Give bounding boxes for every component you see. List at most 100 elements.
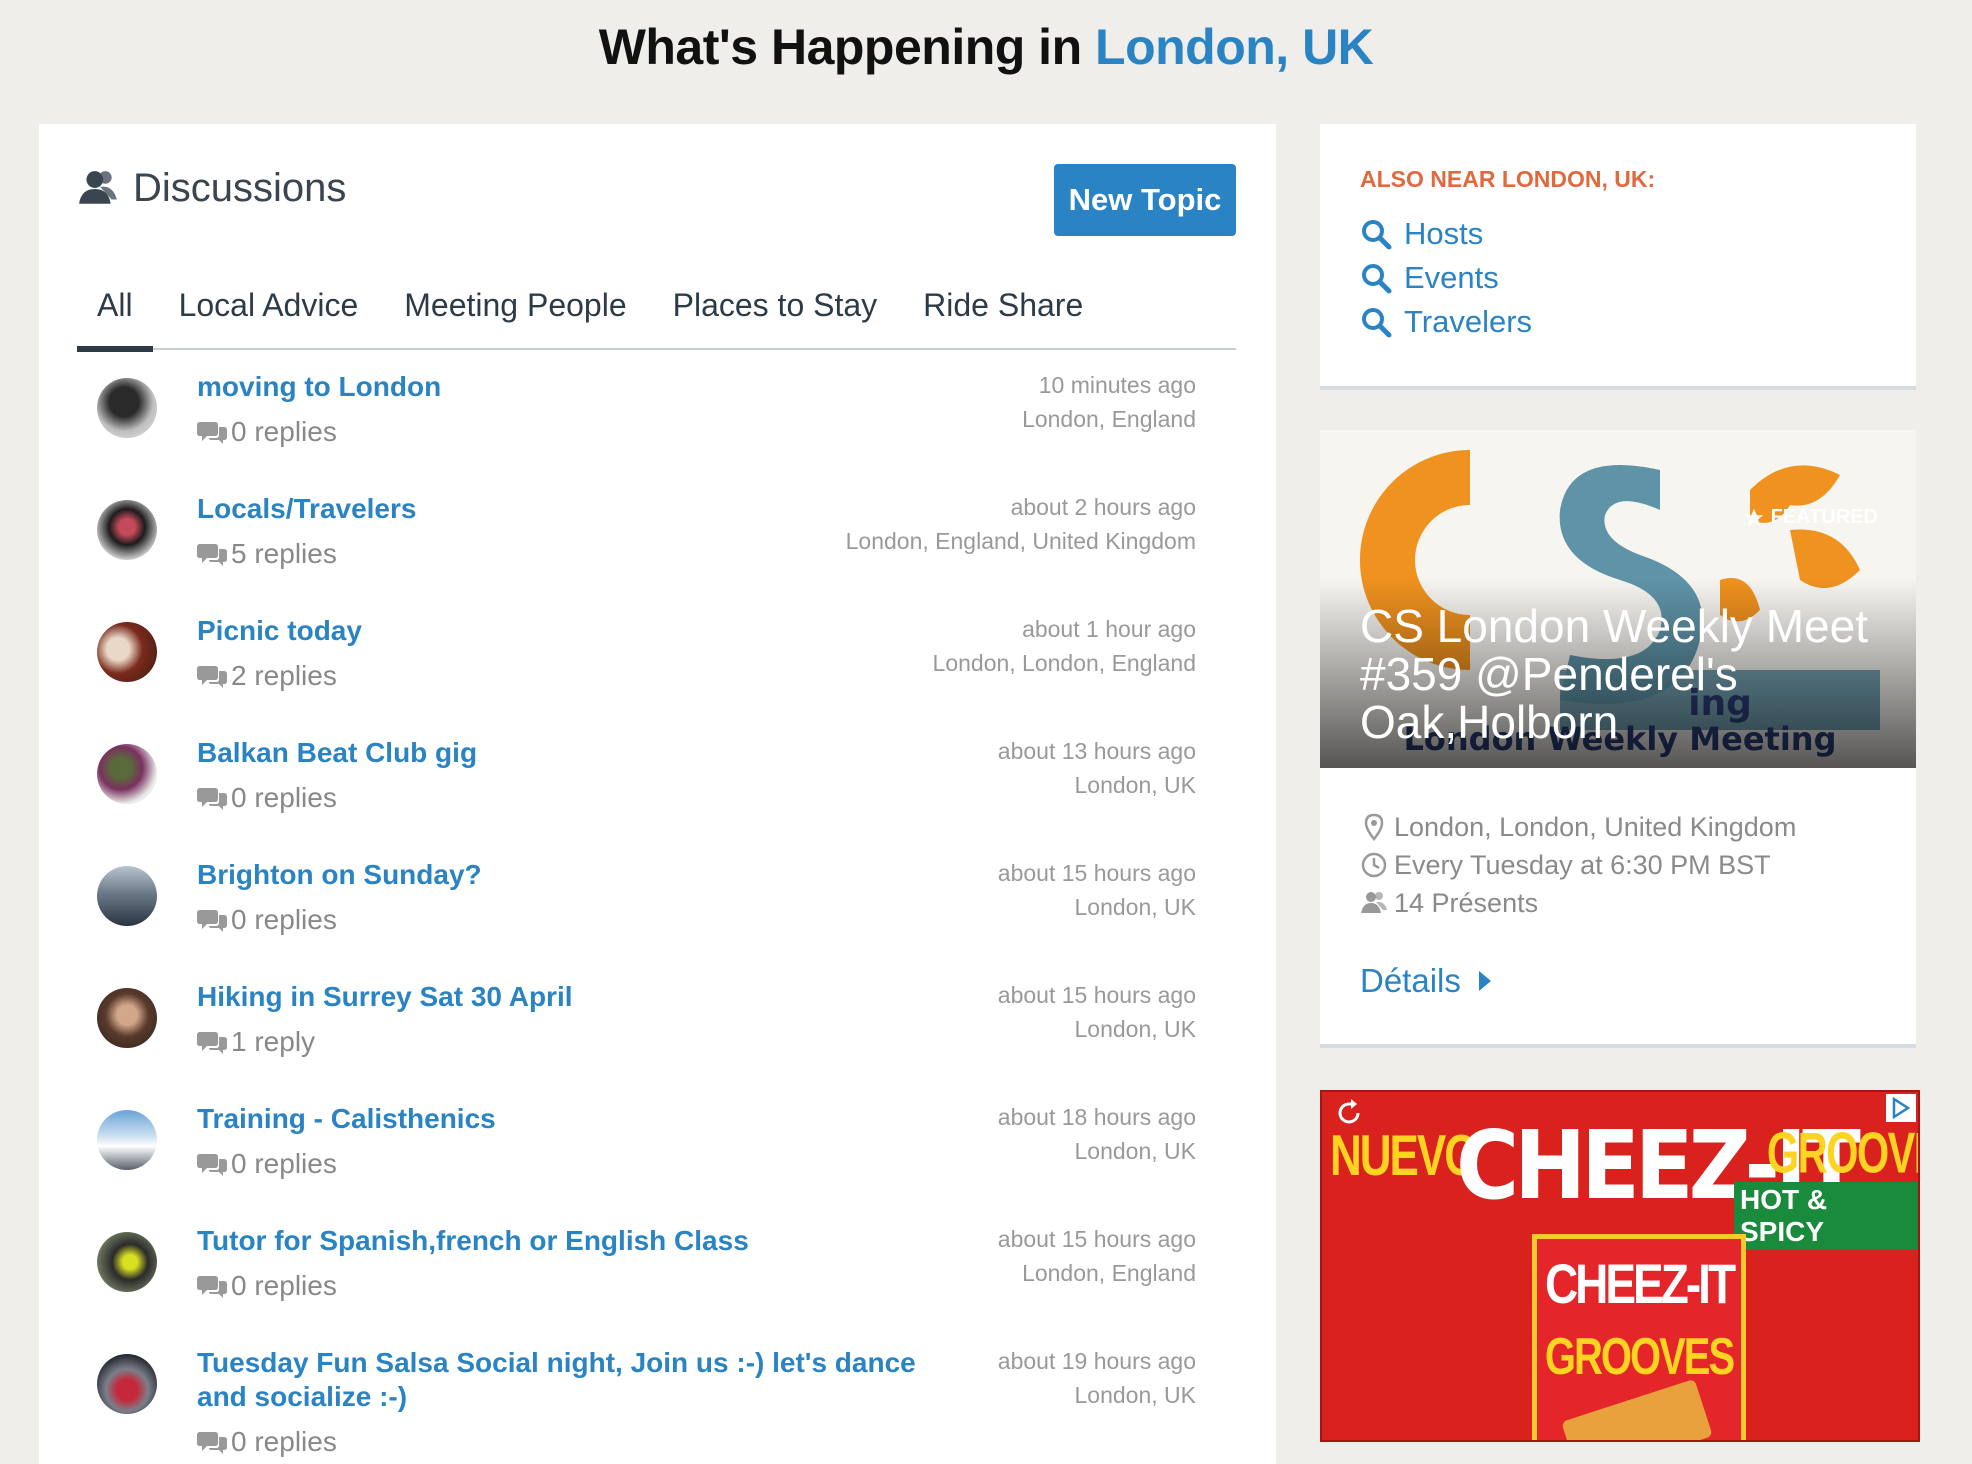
refresh-icon[interactable] — [1334, 1098, 1364, 1128]
topic-meta: about 19 hours ago London, UK — [998, 1344, 1196, 1412]
replies-count: 1 reply — [231, 1026, 316, 1057]
ad-choices-icon[interactable] — [1886, 1094, 1916, 1122]
avatar[interactable] — [97, 1232, 157, 1292]
comments-icon — [197, 1432, 227, 1454]
hosts-link[interactable]: Hosts — [1360, 212, 1532, 256]
search-icon — [1362, 220, 1392, 250]
topic-time: about 15 hours ago — [997, 860, 1196, 886]
topic-replies: 2 replies — [197, 660, 337, 692]
page-title-city[interactable]: London, UK — [1095, 19, 1374, 75]
ad-box-brand: CHEEZ-IT — [1544, 1252, 1736, 1316]
discussions-title: Discussions — [133, 166, 347, 210]
topic-location: London, UK — [1074, 894, 1196, 920]
replies-count: 2 replies — [231, 660, 337, 691]
search-icon — [1362, 264, 1392, 294]
topic-row: Hiking in Surrey Sat 30 April 1 reply ab… — [77, 968, 1236, 1090]
replies-count: 0 replies — [231, 782, 337, 813]
avatar[interactable] — [97, 1110, 157, 1170]
event-banner[interactable]: ing London Weekly Meeting FEATURED CS Lo… — [1320, 430, 1916, 768]
star-icon — [1744, 508, 1763, 526]
page-title: What's Happening in London, UK — [0, 18, 1972, 76]
people-icon — [1361, 892, 1387, 913]
also-near-label: ALSO NEAR LONDON, UK: — [1360, 166, 1656, 192]
topic-title[interactable]: Tutor for Spanish,french or English Clas… — [197, 1224, 917, 1258]
people-icon — [79, 170, 117, 204]
events-link[interactable]: Events — [1360, 256, 1532, 300]
map-marker-icon — [1364, 813, 1384, 841]
event-attendees: 14 Présents — [1394, 887, 1539, 918]
tab-local-advice[interactable]: Local Advice — [159, 274, 379, 350]
ad-cracker-image — [1561, 1378, 1713, 1440]
topic-replies: 0 replies — [197, 1148, 337, 1180]
discussions-panel: Discussions New Topic All Local Advice M… — [39, 124, 1276, 1464]
topic-meta: about 2 hours ago London, England, Unite… — [846, 490, 1196, 558]
avatar[interactable] — [97, 988, 157, 1048]
topic-meta: about 13 hours ago London, UK — [998, 734, 1196, 802]
topic-title[interactable]: Tuesday Fun Salsa Social night, Join us … — [197, 1346, 917, 1414]
topic-meta: about 15 hours ago London, UK — [998, 856, 1196, 924]
event-details-label: Détails — [1360, 962, 1461, 999]
replies-count: 0 replies — [231, 1148, 337, 1179]
topic-replies: 0 replies — [197, 1426, 337, 1458]
new-topic-button[interactable]: New Topic — [1054, 164, 1236, 236]
tab-places-to-stay[interactable]: Places to Stay — [653, 274, 898, 350]
topic-row: Balkan Beat Club gig 0 replies about 13 … — [77, 724, 1236, 846]
avatar[interactable] — [97, 500, 157, 560]
topic-replies: 0 replies — [197, 904, 337, 936]
discussion-tabs: All Local Advice Meeting People Places t… — [77, 274, 1236, 352]
clock-icon — [1361, 852, 1387, 878]
hosts-link-label: Hosts — [1404, 216, 1484, 251]
comments-icon — [197, 910, 227, 932]
topic-replies: 0 replies — [197, 782, 337, 814]
topic-title[interactable]: Locals/Travelers — [197, 492, 917, 526]
ad-product-box: CHEEZ-IT GROOVES — [1532, 1234, 1746, 1440]
travelers-link[interactable]: Travelers — [1360, 300, 1532, 344]
advertisement[interactable]: NUEVO CHEEZ-IT GROOVES HOT & SPICY CHEEZ… — [1320, 1090, 1920, 1442]
topic-time: about 15 hours ago — [997, 982, 1196, 1008]
also-near-panel: ALSO NEAR LONDON, UK: Hosts Events Trave… — [1320, 124, 1916, 390]
avatar[interactable] — [97, 744, 157, 804]
topic-title[interactable]: Balkan Beat Club gig — [197, 736, 917, 770]
event-location-row: London, London, United Kingdom — [1360, 808, 1796, 846]
ad-box-product: GROOVES — [1544, 1328, 1735, 1386]
avatar[interactable] — [97, 378, 157, 438]
replies-count: 0 replies — [231, 416, 337, 447]
featured-badge: FEATURED — [1743, 506, 1878, 529]
event-info: London, London, United Kingdom Every Tue… — [1360, 808, 1796, 922]
event-schedule-row: Every Tuesday at 6:30 PM BST — [1360, 846, 1796, 884]
tab-all[interactable]: All — [77, 274, 153, 352]
comments-icon — [197, 422, 227, 444]
event-schedule: Every Tuesday at 6:30 PM BST — [1394, 849, 1771, 880]
comments-icon — [197, 1154, 227, 1176]
topic-time: about 18 hours ago — [997, 1104, 1196, 1130]
event-location: London, London, United Kingdom — [1394, 811, 1797, 842]
tab-ride-share[interactable]: Ride Share — [903, 274, 1103, 350]
avatar[interactable] — [97, 866, 157, 926]
page-title-prefix: What's Happening in — [598, 19, 1082, 75]
topic-title[interactable]: Hiking in Surrey Sat 30 April — [197, 980, 917, 1014]
topic-replies: 0 replies — [197, 1270, 337, 1302]
topic-title[interactable]: Training - Calisthenics — [197, 1102, 917, 1136]
event-details-link[interactable]: Détails — [1360, 962, 1495, 1000]
topic-meta: 10 minutes ago London, England — [1022, 368, 1196, 436]
event-attendees-row: 14 Présents — [1360, 884, 1796, 922]
topic-row: Tuesday Fun Salsa Social night, Join us … — [77, 1334, 1236, 1458]
topic-replies: 1 reply — [197, 1026, 315, 1058]
comments-icon — [197, 1032, 227, 1054]
topic-title[interactable]: Picnic today — [197, 614, 917, 648]
topic-title[interactable]: Brighton on Sunday? — [197, 858, 917, 892]
topic-location: London, England — [1022, 1260, 1196, 1286]
avatar[interactable] — [97, 622, 157, 682]
event-name[interactable]: CS London Weekly Meet #359 @Penderel's O… — [1360, 602, 1900, 746]
avatar[interactable] — [97, 1354, 157, 1414]
topic-location: London, London, England — [932, 650, 1196, 676]
caret-right-icon — [1478, 971, 1491, 991]
topic-location: London, UK — [1074, 1016, 1196, 1042]
topic-location: London, England, United Kingdom — [845, 528, 1196, 554]
topic-meta: about 15 hours ago London, England — [998, 1222, 1196, 1290]
ad-flavor: HOT & SPICY — [1734, 1182, 1918, 1250]
topic-title[interactable]: moving to London — [197, 370, 917, 404]
topic-replies: 5 replies — [197, 538, 337, 570]
tab-meeting-people[interactable]: Meeting People — [384, 274, 646, 350]
topic-meta: about 15 hours ago London, UK — [998, 978, 1196, 1046]
